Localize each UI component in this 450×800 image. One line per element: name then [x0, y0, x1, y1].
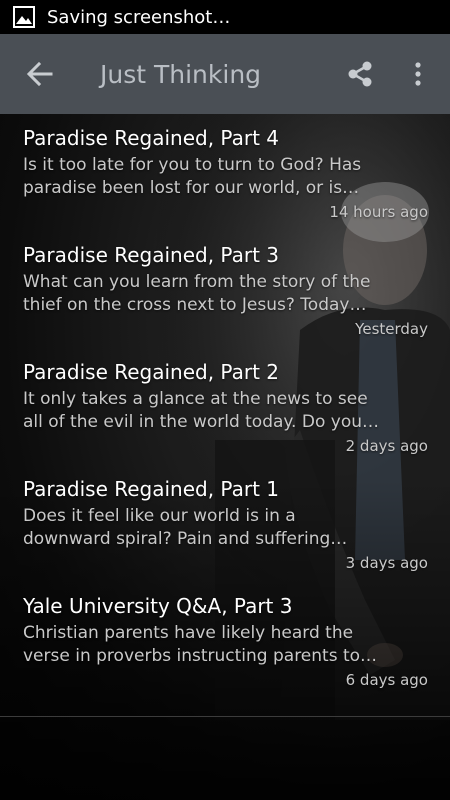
- more-vertical-icon: [415, 62, 421, 86]
- list-item[interactable]: Paradise Regained, Part 1 Does it feel l…: [0, 465, 450, 582]
- list-item[interactable]: Yale University Q&A, Part 3 Christian pa…: [0, 582, 450, 699]
- list-item[interactable]: Paradise Regained, Part 3 What can you l…: [0, 231, 450, 348]
- list-item[interactable]: Paradise Regained, Part 4 Is it too late…: [0, 114, 450, 231]
- share-icon: [348, 61, 372, 87]
- episode-description-line: paradise been lost for our world, or is…: [23, 178, 360, 198]
- episode-list: Paradise Regained, Part 4 Is it too late…: [0, 114, 450, 699]
- episode-description: Christian parents have likely heard the …: [23, 622, 383, 668]
- episode-description-line: Christian parents have likely heard the: [23, 623, 354, 643]
- status-bar: Saving screenshot…: [0, 0, 450, 34]
- episode-description-line: What can you learn from the story of the: [23, 272, 371, 292]
- episode-description-line: thief on the cross next to Jesus? Today…: [23, 295, 367, 315]
- episode-timestamp: Yesterday: [355, 320, 428, 338]
- episode-description-line: verse in proverbs instructing parents to…: [23, 646, 378, 666]
- episode-description-line: downward spiral? Pain and suffering…: [23, 529, 348, 549]
- list-item[interactable]: Paradise Regained, Part 2 It only takes …: [0, 348, 450, 465]
- episode-description: It only takes a glance at the news to se…: [23, 388, 383, 434]
- episode-timestamp: 14 hours ago: [329, 203, 428, 221]
- episode-title: Paradise Regained, Part 4: [23, 126, 279, 150]
- episode-timestamp: 6 days ago: [345, 671, 428, 689]
- episode-description-line: It only takes a glance at the news to se…: [23, 389, 368, 409]
- image-icon: [13, 6, 35, 28]
- episode-title: Paradise Regained, Part 2: [23, 360, 279, 384]
- back-button[interactable]: [25, 59, 55, 89]
- status-notification-text: Saving screenshot…: [47, 6, 231, 28]
- overflow-menu-button[interactable]: [408, 60, 428, 88]
- episode-title: Paradise Regained, Part 1: [23, 477, 279, 501]
- list-divider: [0, 716, 450, 717]
- episode-timestamp: 3 days ago: [345, 554, 428, 572]
- episode-title: Yale University Q&A, Part 3: [23, 594, 293, 618]
- episode-description-line: Does it feel like our world is in a: [23, 506, 296, 526]
- episode-description-line: all of the evil in the world today. Do y…: [23, 412, 379, 432]
- episode-description: What can you learn from the story of the…: [23, 271, 383, 317]
- share-button[interactable]: [346, 60, 374, 88]
- page-title: Just Thinking: [100, 59, 262, 89]
- arrow-back-icon: [26, 61, 53, 87]
- action-bar: Just Thinking: [0, 34, 450, 114]
- episode-description: Does it feel like our world is in a down…: [23, 505, 383, 551]
- episode-description-line: Is it too late for you to turn to God? H…: [23, 155, 362, 175]
- app-screen: Saving screenshot… Just Thinking Paradis…: [0, 0, 450, 800]
- episode-description: Is it too late for you to turn to God? H…: [23, 154, 383, 200]
- episode-timestamp: 2 days ago: [345, 437, 428, 455]
- episode-title: Paradise Regained, Part 3: [23, 243, 279, 267]
